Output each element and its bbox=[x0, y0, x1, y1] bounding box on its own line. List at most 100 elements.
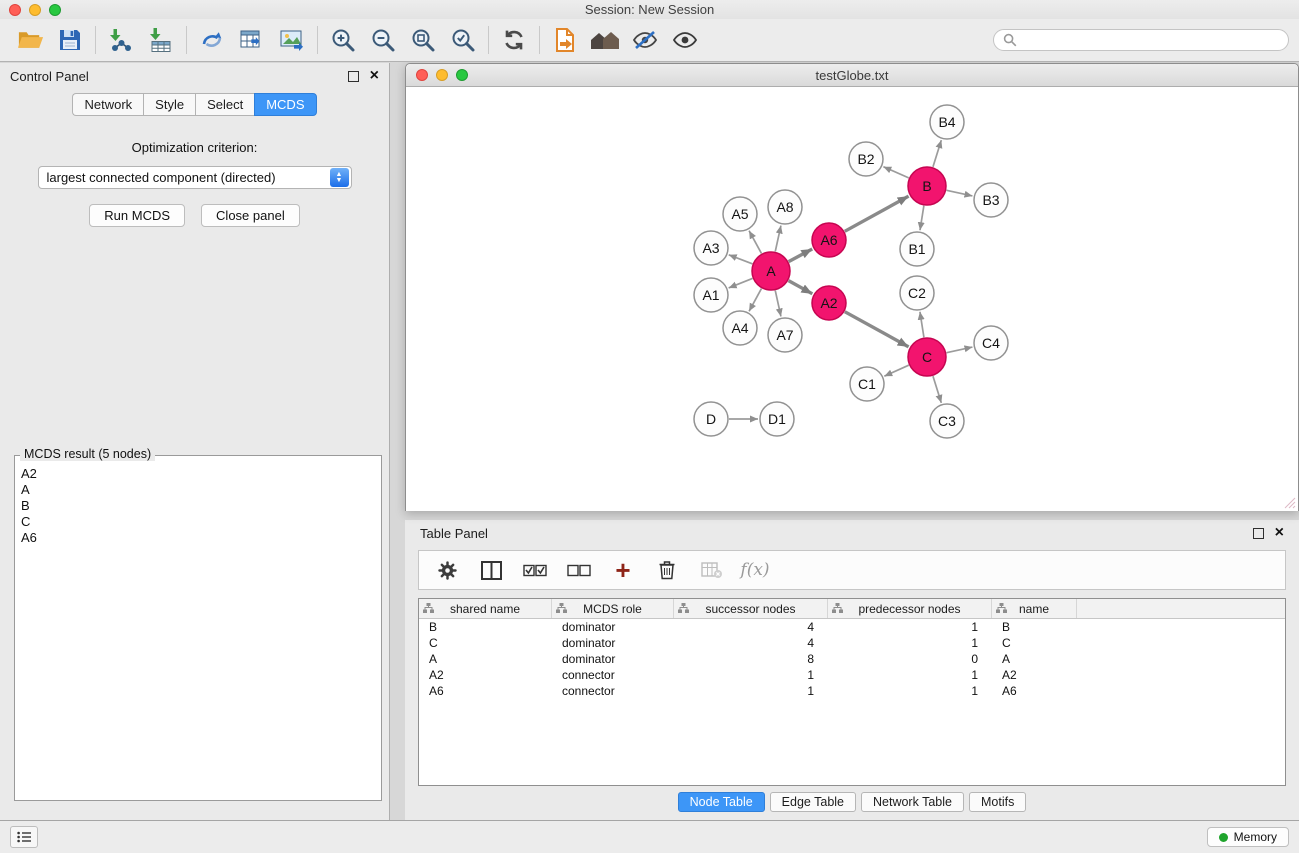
node-B2[interactable]: B2 bbox=[849, 142, 883, 176]
show-columns-button[interactable] bbox=[469, 552, 513, 588]
column-header-successor-nodes[interactable]: successor nodes bbox=[674, 599, 828, 618]
search-field[interactable] bbox=[993, 29, 1289, 51]
zoom-fit-button[interactable] bbox=[403, 22, 443, 58]
minimize-network-window-button[interactable] bbox=[436, 69, 448, 81]
tab-mcds[interactable]: MCDS bbox=[254, 93, 316, 116]
edge-B-B3[interactable] bbox=[947, 190, 973, 196]
node-A5[interactable]: A5 bbox=[723, 197, 757, 231]
edge-A-A1[interactable] bbox=[729, 278, 753, 288]
tab-network-table[interactable]: Network Table bbox=[861, 792, 964, 812]
delete-table-button[interactable] bbox=[689, 552, 733, 588]
edge-A-A6[interactable] bbox=[789, 249, 813, 262]
table-settings-button[interactable] bbox=[425, 552, 469, 588]
node-B4[interactable]: B4 bbox=[930, 105, 964, 139]
save-session-button[interactable] bbox=[50, 22, 90, 58]
create-column-button[interactable]: + bbox=[601, 552, 645, 588]
table-row-c[interactable]: Cdominator41C bbox=[419, 635, 1285, 651]
edge-C-C2[interactable] bbox=[920, 312, 924, 337]
export-image-button[interactable] bbox=[272, 22, 312, 58]
open-session-button[interactable] bbox=[10, 22, 50, 58]
node-C[interactable]: C bbox=[908, 338, 946, 376]
mcds-result-item[interactable]: B bbox=[21, 498, 375, 514]
zoom-network-window-button[interactable] bbox=[456, 69, 468, 81]
zoom-selected-button[interactable] bbox=[443, 22, 483, 58]
zoom-window-button[interactable] bbox=[49, 4, 61, 16]
column-header-predecessor-nodes[interactable]: predecessor nodes bbox=[828, 599, 992, 618]
edge-A-A2[interactable] bbox=[789, 281, 813, 294]
close-panel-button[interactable]: × bbox=[370, 70, 379, 82]
show-graphics-details-button[interactable] bbox=[665, 22, 705, 58]
table-row-a2[interactable]: A2connector11A2 bbox=[419, 667, 1285, 683]
close-table-panel-button[interactable]: × bbox=[1275, 527, 1284, 539]
edge-A-A4[interactable] bbox=[749, 289, 761, 312]
export-table-button[interactable] bbox=[232, 22, 272, 58]
mcds-result-item[interactable]: A2 bbox=[21, 466, 375, 482]
edge-A-A5[interactable] bbox=[749, 231, 761, 254]
node-A8[interactable]: A8 bbox=[768, 190, 802, 224]
node-A6[interactable]: A6 bbox=[812, 223, 846, 257]
table-row-a[interactable]: Adominator80A bbox=[419, 651, 1285, 667]
float-panel-button[interactable] bbox=[348, 71, 359, 82]
node-C2[interactable]: C2 bbox=[900, 276, 934, 310]
node-A4[interactable]: A4 bbox=[723, 311, 757, 345]
node-A1[interactable]: A1 bbox=[694, 278, 728, 312]
edge-B-B1[interactable] bbox=[920, 206, 924, 230]
node-C1[interactable]: C1 bbox=[850, 367, 884, 401]
network-window-titlebar[interactable]: testGlobe.txt bbox=[406, 64, 1298, 87]
node-B1[interactable]: B1 bbox=[900, 232, 934, 266]
tab-network[interactable]: Network bbox=[72, 93, 143, 116]
tab-node-table[interactable]: Node Table bbox=[678, 792, 765, 812]
import-network-button[interactable] bbox=[101, 22, 141, 58]
select-all-rows-button[interactable] bbox=[513, 552, 557, 588]
resize-grip-icon[interactable] bbox=[1284, 497, 1296, 509]
node-C3[interactable]: C3 bbox=[930, 404, 964, 438]
mcds-result-item[interactable]: A6 bbox=[21, 530, 375, 546]
memory-button[interactable]: Memory bbox=[1207, 827, 1289, 847]
optimization-criterion-select[interactable]: largest connected component (directed) ▲… bbox=[38, 166, 352, 189]
edge-A6-B[interactable] bbox=[845, 196, 909, 231]
column-header-name[interactable]: name bbox=[992, 599, 1077, 618]
tab-style[interactable]: Style bbox=[143, 93, 195, 116]
node-D[interactable]: D bbox=[694, 402, 728, 436]
edge-C-C1[interactable] bbox=[884, 365, 908, 376]
deselect-all-rows-button[interactable] bbox=[557, 552, 601, 588]
column-header-shared-name[interactable]: shared name bbox=[419, 599, 552, 618]
node-A[interactable]: A bbox=[752, 252, 790, 290]
edge-A-A3[interactable] bbox=[729, 255, 753, 264]
column-header-mcds-role[interactable]: MCDS role bbox=[552, 599, 674, 618]
edge-B-B4[interactable] bbox=[933, 140, 941, 167]
minimize-window-button[interactable] bbox=[29, 4, 41, 16]
toggle-graphics-details-button[interactable] bbox=[625, 22, 665, 58]
node-A2[interactable]: A2 bbox=[812, 286, 846, 320]
node-A7[interactable]: A7 bbox=[768, 318, 802, 352]
table-row-a6[interactable]: A6connector11A6 bbox=[419, 683, 1285, 699]
close-window-button[interactable] bbox=[9, 4, 21, 16]
close-mcds-panel-button[interactable]: Close panel bbox=[201, 204, 300, 227]
function-builder-button[interactable]: f(x) bbox=[733, 552, 777, 588]
tab-select[interactable]: Select bbox=[195, 93, 254, 116]
refresh-network-button[interactable] bbox=[494, 22, 534, 58]
edge-C-C3[interactable] bbox=[933, 376, 941, 403]
tab-motifs[interactable]: Motifs bbox=[969, 792, 1026, 812]
edge-A-A7[interactable] bbox=[775, 291, 781, 317]
node-C4[interactable]: C4 bbox=[974, 326, 1008, 360]
float-table-panel-button[interactable] bbox=[1253, 528, 1264, 539]
zoom-out-button[interactable] bbox=[363, 22, 403, 58]
network-canvas[interactable]: B4B2BB3A5A8A6B1A3AC2A1A2A4A7C4CC1C3DD1 bbox=[406, 87, 1298, 511]
open-network-file-button[interactable] bbox=[545, 22, 585, 58]
node-B[interactable]: B bbox=[908, 167, 946, 205]
import-table-button[interactable] bbox=[141, 22, 181, 58]
export-network-button[interactable] bbox=[192, 22, 232, 58]
table-row-b[interactable]: Bdominator41B bbox=[419, 619, 1285, 635]
mcds-result-item[interactable]: A bbox=[21, 482, 375, 498]
node-A3[interactable]: A3 bbox=[694, 231, 728, 265]
edge-A2-C[interactable] bbox=[845, 312, 909, 347]
tab-edge-table[interactable]: Edge Table bbox=[770, 792, 856, 812]
search-input[interactable] bbox=[1022, 32, 1279, 49]
run-mcds-button[interactable]: Run MCDS bbox=[89, 204, 185, 227]
edge-C-C4[interactable] bbox=[947, 347, 973, 353]
edge-B-B2[interactable] bbox=[883, 167, 908, 178]
node-D1[interactable]: D1 bbox=[760, 402, 794, 436]
zoom-in-button[interactable] bbox=[323, 22, 363, 58]
mcds-result-item[interactable]: C bbox=[21, 514, 375, 530]
